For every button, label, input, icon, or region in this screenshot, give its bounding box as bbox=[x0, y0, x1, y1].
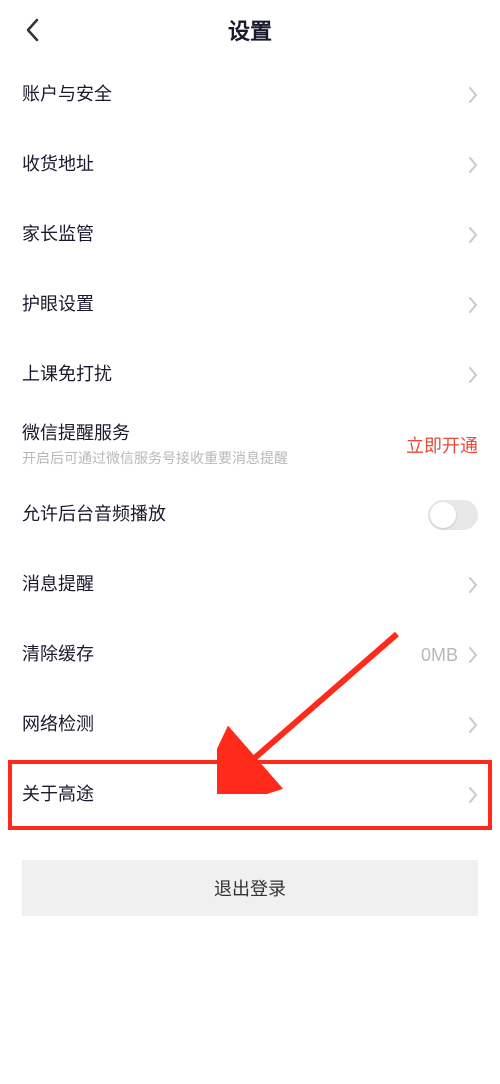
logout-section: 退出登录 bbox=[0, 830, 500, 916]
row-label: 家长监管 bbox=[22, 223, 94, 246]
row-sublabel: 开启后可通过微信服务号接收重要消息提醒 bbox=[22, 448, 288, 468]
row-label: 清除缓存 bbox=[22, 643, 94, 666]
row-notifications[interactable]: 消息提醒 bbox=[0, 550, 500, 620]
header: 设置 bbox=[0, 0, 500, 60]
row-label: 允许后台音频播放 bbox=[22, 503, 166, 526]
row-label: 护眼设置 bbox=[22, 293, 94, 316]
row-background-audio: 允许后台音频播放 bbox=[0, 480, 500, 550]
row-label: 微信提醒服务 bbox=[22, 422, 288, 445]
row-label: 账户与安全 bbox=[22, 83, 112, 106]
row-wechat-reminder[interactable]: 微信提醒服务 开启后可通过微信服务号接收重要消息提醒 立即开通 bbox=[0, 410, 500, 480]
back-button[interactable] bbox=[12, 10, 52, 50]
settings-list: 账户与安全 收货地址 家长监管 护眼设置 上课免打扰 微信提醒服务 开启后可通过… bbox=[0, 60, 500, 830]
chevron-right-icon bbox=[468, 716, 478, 734]
logout-button[interactable]: 退出登录 bbox=[22, 860, 478, 916]
wechat-action[interactable]: 立即开通 bbox=[406, 432, 478, 458]
row-account-security[interactable]: 账户与安全 bbox=[0, 60, 500, 130]
row-parental-control[interactable]: 家长监管 bbox=[0, 200, 500, 270]
chevron-right-icon bbox=[468, 786, 478, 804]
row-about[interactable]: 关于高途 bbox=[0, 760, 500, 830]
logout-label: 退出登录 bbox=[214, 875, 286, 901]
row-shipping-address[interactable]: 收货地址 bbox=[0, 130, 500, 200]
chevron-right-icon bbox=[468, 156, 478, 174]
chevron-right-icon bbox=[468, 646, 478, 664]
chevron-right-icon bbox=[468, 576, 478, 594]
chevron-right-icon bbox=[468, 86, 478, 104]
row-eye-protection[interactable]: 护眼设置 bbox=[0, 270, 500, 340]
row-label: 消息提醒 bbox=[22, 573, 94, 596]
cache-size: 0MB bbox=[421, 645, 458, 666]
toggle-knob bbox=[430, 502, 456, 528]
chevron-right-icon bbox=[468, 296, 478, 314]
chevron-left-icon bbox=[25, 18, 39, 42]
row-label: 关于高途 bbox=[22, 783, 94, 806]
bgaudio-toggle[interactable] bbox=[428, 500, 478, 530]
chevron-right-icon bbox=[468, 226, 478, 244]
chevron-right-icon bbox=[468, 366, 478, 384]
row-dnd[interactable]: 上课免打扰 bbox=[0, 340, 500, 410]
row-label: 网络检测 bbox=[22, 713, 94, 736]
row-clear-cache[interactable]: 清除缓存 0MB bbox=[0, 620, 500, 690]
page-title: 设置 bbox=[0, 14, 500, 46]
row-label: 收货地址 bbox=[22, 153, 94, 176]
row-label: 上课免打扰 bbox=[22, 363, 112, 386]
row-network-check[interactable]: 网络检测 bbox=[0, 690, 500, 760]
